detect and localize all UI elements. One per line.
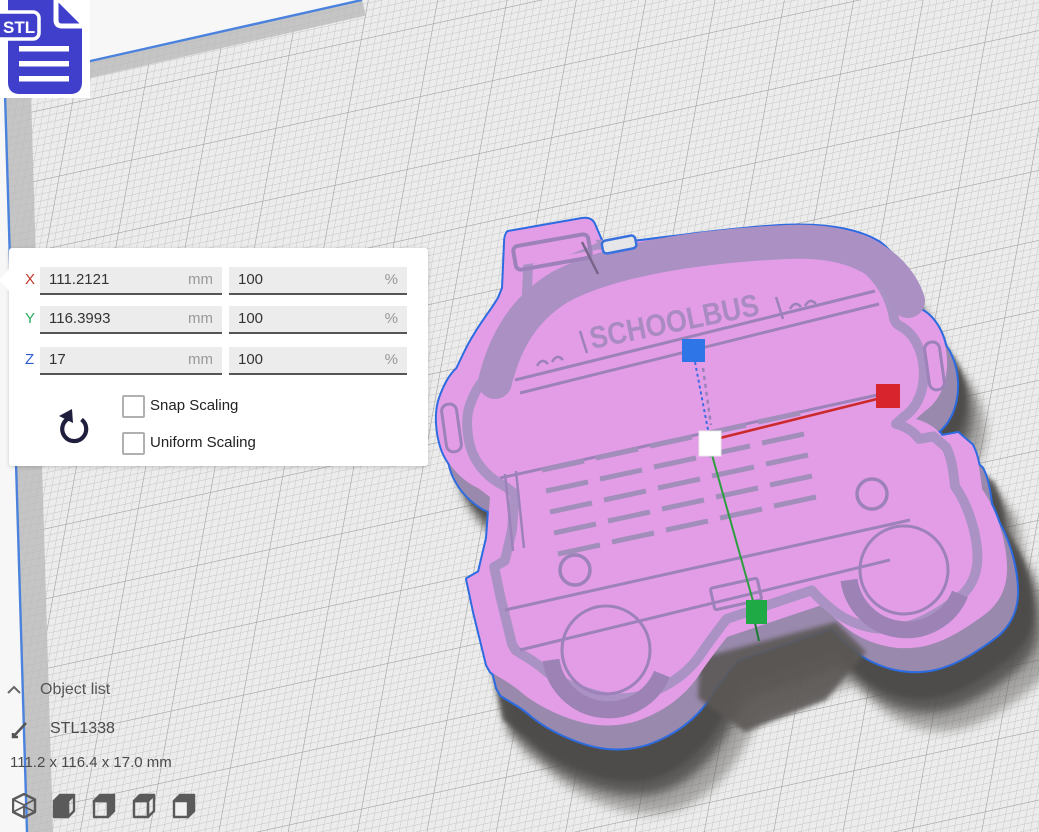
svg-text:STL: STL bbox=[3, 18, 35, 37]
